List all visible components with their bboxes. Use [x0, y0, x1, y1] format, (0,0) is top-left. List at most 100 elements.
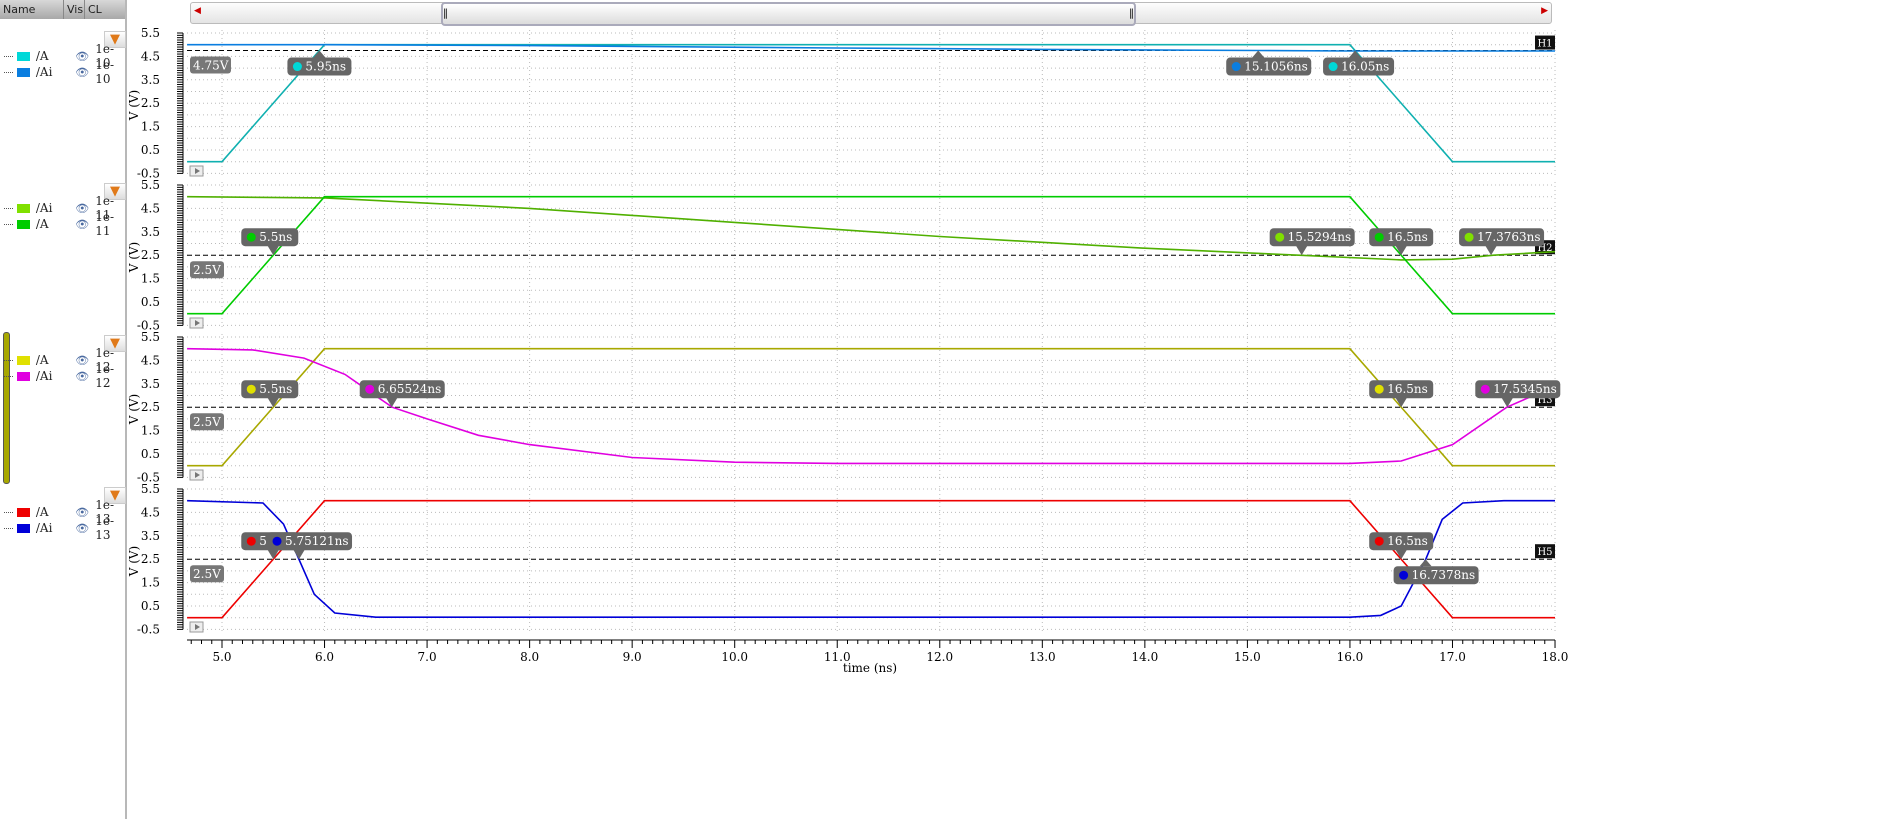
- marker[interactable]: 5.5ns: [241, 228, 299, 256]
- threshold-value-badge: 2.5V: [190, 565, 224, 583]
- strip-4: 5.54.53.52.51.50.5-0.5V (V)2.5VH55.5ns5.…: [127, 482, 1556, 636]
- marker[interactable]: 16.5ns: [1369, 380, 1434, 408]
- strip-expand-button[interactable]: [189, 317, 204, 329]
- marker-dot: [1399, 570, 1409, 580]
- marker-dot: [365, 384, 375, 394]
- marker[interactable]: 5.95ns: [287, 50, 352, 76]
- x-tick-label: 8.0: [520, 650, 539, 664]
- marker[interactable]: 5.5ns: [241, 380, 299, 408]
- marker-pointer: [313, 50, 326, 58]
- y-tick-label: 4.5: [141, 505, 160, 519]
- strip-2: 5.54.53.52.51.50.5-0.5V (V) 2.5VH25.5ns 15…: [127, 178, 1556, 332]
- marker-label: 16.7378ns: [1412, 568, 1476, 582]
- x-tick-label: 6.0: [315, 650, 334, 664]
- threshold-tag: H5: [1535, 544, 1555, 559]
- marker[interactable]: 5.75121ns: [267, 532, 353, 560]
- x-tick-label: 17.0: [1439, 650, 1466, 664]
- y-tick-label: 4.5: [141, 201, 160, 215]
- waveform-plot[interactable]: 5.5 4.5 3.5 2.5 1.5 0.5 -0.5 V (V) 4.75V H1 5.95ns…: [0, 0, 1892, 819]
- x-tick-label: 5.0: [212, 650, 231, 664]
- marker-label: 5.95ns: [305, 60, 346, 74]
- marker-pointer: [1252, 50, 1265, 58]
- x-tick-label: 10.0: [721, 650, 748, 664]
- threshold-value-badge: 2.5V: [190, 413, 224, 431]
- y-tick-label: 1.5: [141, 576, 160, 590]
- x-axis-label: time (ns): [843, 661, 897, 675]
- y-tick-label: 4.5: [141, 353, 160, 367]
- marker-label: 5.5ns: [259, 230, 292, 244]
- marker[interactable]: 15.1056ns: [1226, 50, 1312, 76]
- x-tick-label: 14.0: [1132, 650, 1159, 664]
- marker-pointer: [1485, 245, 1498, 256]
- threshold-value-badge: 4.75V: [190, 56, 231, 74]
- y-tick-label: 5.5: [141, 26, 160, 40]
- y-axis-label: V (V): [127, 394, 141, 426]
- marker-dot: [1374, 536, 1384, 546]
- marker-dot: [1231, 62, 1241, 72]
- strip-expand-button[interactable]: [189, 469, 204, 481]
- marker-pointer: [293, 549, 306, 560]
- y-tick-label: 3.5: [141, 377, 160, 391]
- marker[interactable]: 15.5294ns: [1269, 228, 1355, 256]
- strip-1: 5.54.53.52.51.50.5-0.5V (V)4.75VH15.95ns…: [127, 26, 1556, 180]
- marker-dot: [246, 536, 256, 546]
- marker-dot: [272, 536, 282, 546]
- marker-label: 16.5ns: [1387, 230, 1428, 244]
- strip-3: 5.54.53.52.51.50.5-0.5V (V) 2.5VH35.5ns 6.…: [127, 330, 1561, 484]
- marker[interactable]: 16.5ns: [1369, 532, 1434, 560]
- marker-dot: [1464, 232, 1474, 242]
- marker[interactable]: 16.5ns: [1369, 228, 1434, 256]
- y-tick-label: 1.5: [141, 424, 160, 438]
- x-tick-label: 18.0: [1542, 650, 1569, 664]
- y-tick-label: 5.5: [141, 178, 160, 192]
- y-tick-label: 5.5: [141, 482, 160, 496]
- marker-label: 15.5294ns: [1288, 230, 1352, 244]
- threshold-value: 2.5V: [193, 567, 221, 581]
- y-tick-label: 3.5: [141, 73, 160, 87]
- y-axis-label: V (V): [127, 90, 141, 122]
- strip-expand-button[interactable]: [189, 165, 204, 177]
- x-tick-label: 9.0: [623, 650, 642, 664]
- marker-label: 16.05ns: [1341, 60, 1389, 74]
- threshold-value: 4.75V: [193, 59, 229, 73]
- y-tick-label: 0.5: [141, 143, 160, 157]
- marker-dot: [246, 232, 256, 242]
- y-tick-label: 3.5: [141, 225, 160, 239]
- marker-dot: [1328, 62, 1338, 72]
- marker-label: 16.5ns: [1387, 534, 1428, 548]
- y-axis-label: V (V): [127, 546, 141, 578]
- x-tick-label: 7.0: [418, 650, 437, 664]
- y-tick-label: -0.5: [137, 622, 160, 636]
- threshold-value: 2.5V: [193, 263, 221, 277]
- y-tick-label: 0.5: [141, 599, 160, 613]
- threshold-value: 2.5V: [193, 415, 221, 429]
- marker-label: 5.5ns: [259, 382, 292, 396]
- threshold-tag: H1: [1535, 35, 1555, 50]
- y-tick-label: 1.5: [141, 272, 160, 286]
- marker[interactable]: 16.7378ns: [1393, 559, 1479, 585]
- y-axis-label: V (V): [127, 242, 141, 274]
- y-tick-label: 0.5: [141, 447, 160, 461]
- marker-dot: [1374, 384, 1384, 394]
- y-tick-label: 2.5: [141, 96, 160, 110]
- y-tick-label: 1.5: [141, 120, 160, 134]
- y-tick-label: 2.5: [141, 400, 160, 414]
- marker[interactable]: 6.65524ns: [359, 380, 445, 408]
- marker-pointer: [385, 397, 398, 408]
- marker-label: 16.5ns: [1387, 382, 1428, 396]
- marker-label: 17.3763ns: [1477, 230, 1541, 244]
- y-tick-label: 5.5: [141, 330, 160, 344]
- x-tick-label: 15.0: [1234, 650, 1261, 664]
- y-tick-label: 2.5: [141, 552, 160, 566]
- marker-label: 5.75121ns: [285, 534, 349, 548]
- threshold-tag-label: H1: [1537, 39, 1552, 50]
- x-tick-label: 13.0: [1029, 650, 1056, 664]
- marker-label: 17.5345ns: [1493, 382, 1557, 396]
- marker[interactable]: 17.3763ns: [1459, 228, 1545, 256]
- marker-dot: [1374, 232, 1384, 242]
- strip-expand-button[interactable]: [189, 621, 204, 633]
- marker-pointer: [1295, 245, 1308, 256]
- y-tick-label: 2.5: [141, 248, 160, 262]
- x-tick-label: 12.0: [926, 650, 953, 664]
- y-tick-label: 3.5: [141, 529, 160, 543]
